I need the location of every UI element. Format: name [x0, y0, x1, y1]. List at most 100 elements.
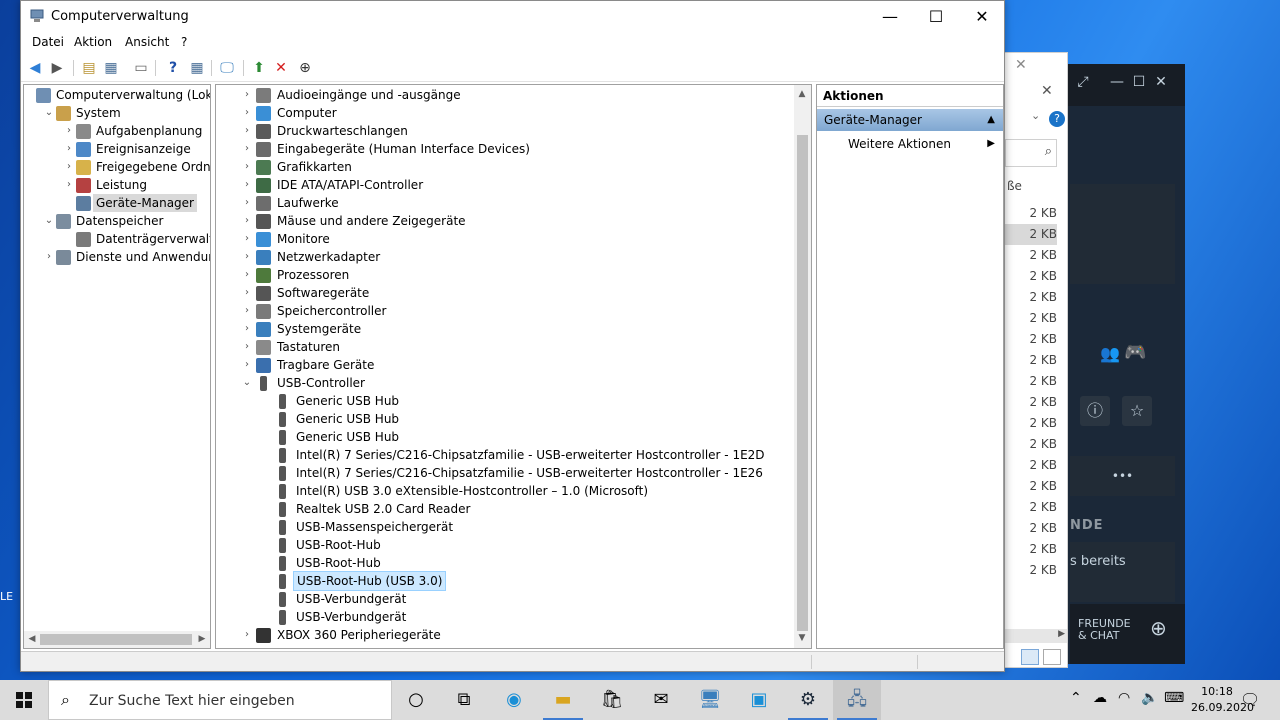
- device-category[interactable]: › Tastaturen: [216, 338, 792, 356]
- control-panel-icon[interactable]: ▣: [735, 680, 783, 720]
- help-book-icon[interactable]: ?: [163, 58, 183, 78]
- notification-center-icon[interactable]: 🗨: [1240, 690, 1260, 709]
- actions-section-device-manager[interactable]: Geräte-Manager ▲: [817, 109, 1003, 131]
- steam-maximize-button[interactable]: ☐: [1128, 74, 1150, 90]
- collapse-arrow-icon[interactable]: ▲: [987, 109, 995, 131]
- edge-browser-icon[interactable]: ◉: [490, 680, 538, 720]
- menu-help[interactable]: ?: [181, 35, 187, 49]
- scroll-left-icon[interactable]: ◀: [24, 634, 40, 644]
- device-category[interactable]: › XBOX 360 Peripheriegeräte: [216, 626, 792, 644]
- up-folder-icon[interactable]: ▤: [79, 58, 99, 78]
- update-driver-icon[interactable]: ⬆: [249, 58, 269, 78]
- chevron-down-icon[interactable]: ⌄: [44, 212, 54, 230]
- device-item[interactable]: USB-Massenspeichergerät: [216, 518, 792, 536]
- explorer-file-size[interactable]: 2 KB: [1005, 350, 1057, 371]
- more-actions-item[interactable]: Weitere Aktionen ▶: [817, 133, 1003, 155]
- explorer-size-header[interactable]: ße: [1007, 179, 1022, 193]
- properties-icon[interactable]: ▭: [131, 58, 151, 78]
- explorer-file-size[interactable]: 2 KB: [1005, 245, 1057, 266]
- wifi-icon[interactable]: ◠: [1118, 690, 1130, 706]
- tree-item[interactable]: Computerverwaltung (Lokal): [24, 86, 210, 104]
- chevron-right-icon[interactable]: ›: [44, 248, 54, 266]
- tree-item[interactable]: Datenträgerverwaltung: [24, 230, 210, 248]
- taskbar-clock[interactable]: 10:18 26.09.2020: [1191, 684, 1254, 716]
- explorer-file-size[interactable]: 2 KB: [1005, 266, 1057, 287]
- tree-item[interactable]: › Aufgabenplanung: [24, 122, 210, 140]
- chevron-right-icon[interactable]: ›: [64, 158, 74, 176]
- chevron-right-icon[interactable]: ›: [242, 248, 252, 266]
- keyboard-language-icon[interactable]: ⌨: [1164, 690, 1184, 706]
- steam-info-icon[interactable]: ⓘ: [1080, 396, 1110, 426]
- steam-add-friend-icon[interactable]: ⊕: [1150, 616, 1167, 640]
- steam-star-icon[interactable]: ☆: [1122, 396, 1152, 426]
- chevron-right-icon[interactable]: ›: [242, 212, 252, 230]
- tree-item[interactable]: ⌄ System: [24, 104, 210, 122]
- explorer-file-size[interactable]: 2 KB: [1005, 308, 1057, 329]
- chevron-right-icon[interactable]: ›: [242, 356, 252, 374]
- steam-more-icon[interactable]: •••: [1070, 456, 1175, 496]
- device-vscrollbar[interactable]: ▲ ▼: [794, 85, 811, 648]
- chevron-right-icon[interactable]: ›: [64, 176, 74, 194]
- device-item[interactable]: Intel(R) 7 Series/C216-Chipsatzfamilie -…: [216, 446, 792, 464]
- tree-item[interactable]: › Leistung: [24, 176, 210, 194]
- explorer-file-size[interactable]: 2 KB: [1005, 434, 1057, 455]
- tree-hscrollbar[interactable]: ◀ ▶: [24, 631, 210, 648]
- disable-device-icon[interactable]: ⊕: [295, 58, 315, 78]
- tree-item[interactable]: › Ereignisanzeige: [24, 140, 210, 158]
- onedrive-cloud-icon[interactable]: ☁: [1093, 690, 1107, 706]
- uninstall-device-icon[interactable]: ✕: [271, 58, 291, 78]
- tray-overflow-chevron-icon[interactable]: ⌃: [1070, 690, 1082, 706]
- chevron-right-icon[interactable]: ›: [242, 284, 252, 302]
- chevron-right-icon[interactable]: ›: [242, 140, 252, 158]
- chevron-right-icon[interactable]: ›: [242, 194, 252, 212]
- explorer-close-icon[interactable]: ✕: [1015, 57, 1027, 73]
- device-category[interactable]: › Eingabegeräte (Human Interface Devices): [216, 140, 792, 158]
- help-icon[interactable]: ?: [1049, 111, 1065, 127]
- device-category[interactable]: ⌄ USB-Controller: [216, 374, 792, 392]
- explorer-search-box[interactable]: ⌕: [1005, 139, 1057, 167]
- scroll-down-icon[interactable]: ▼: [794, 633, 810, 643]
- chevron-right-icon[interactable]: ›: [242, 158, 252, 176]
- explorer-file-size[interactable]: 2 KB: [1005, 413, 1057, 434]
- scroll-right-icon[interactable]: ▶: [1058, 629, 1065, 639]
- title-bar[interactable]: Computerverwaltung — ☐ ✕: [21, 1, 1004, 32]
- chevron-right-icon[interactable]: ›: [64, 140, 74, 158]
- scroll-up-icon[interactable]: ▲: [794, 89, 810, 99]
- show-hide-tree-icon[interactable]: ▦: [101, 58, 121, 78]
- store-icon[interactable]: 🛍: [588, 680, 636, 720]
- details-pane-icon[interactable]: ▦: [187, 58, 207, 78]
- details-view-icon[interactable]: [1021, 649, 1039, 665]
- explorer-file-size[interactable]: 2 KB: [1005, 392, 1057, 413]
- chevron-right-icon[interactable]: ›: [64, 122, 74, 140]
- explorer-file-size[interactable]: 2 KB: [1005, 224, 1057, 245]
- task-view-icon[interactable]: ⧉: [440, 680, 488, 720]
- mail-icon[interactable]: ✉: [637, 680, 685, 720]
- explorer-file-size[interactable]: 2 KB: [1005, 329, 1057, 350]
- device-category[interactable]: › Netzwerkadapter: [216, 248, 792, 266]
- tree-item[interactable]: Geräte-Manager: [24, 194, 210, 212]
- explorer-file-size[interactable]: 2 KB: [1005, 539, 1057, 560]
- explorer-window[interactable]: ✕ ✕ ⌄ ? ⌕ ße 2 KB 2 KB 2 KB 2 KB 2 KB 2 KB 2 K…: [1004, 52, 1068, 668]
- explorer-file-size[interactable]: 2 KB: [1005, 518, 1057, 539]
- chevron-down-icon[interactable]: ⌄: [242, 374, 252, 392]
- steam-resize-icon[interactable]: ⤢: [1072, 74, 1094, 90]
- chevron-right-icon[interactable]: ›: [242, 230, 252, 248]
- steam-icon[interactable]: ⚙: [784, 680, 832, 720]
- device-item[interactable]: USB-Root-Hub (USB 3.0): [216, 571, 792, 591]
- steam-controller-icon[interactable]: 🎮: [1124, 342, 1146, 363]
- tree-item[interactable]: › Freigegebene Ordner: [24, 158, 210, 176]
- device-category[interactable]: › Mäuse und andere Zeigegeräte: [216, 212, 792, 230]
- taskbar-search-box[interactable]: ⌕ Zur Suche Text hier eingeben: [48, 680, 392, 720]
- device-category[interactable]: › Druckwarteschlangen: [216, 122, 792, 140]
- device-item[interactable]: Generic USB Hub: [216, 428, 792, 446]
- steam-friends-chat-button[interactable]: FREUNDE & CHAT ⊕: [1070, 604, 1185, 664]
- explorer-file-size[interactable]: 2 KB: [1005, 476, 1057, 497]
- console-tree-pane[interactable]: Computerverwaltung (Lokal) ⌄ System › Aufgab…: [23, 84, 211, 649]
- device-item[interactable]: USB-Root-Hub: [216, 536, 792, 554]
- device-category[interactable]: › Computer: [216, 104, 792, 122]
- scroll-right-icon[interactable]: ▶: [194, 634, 210, 644]
- device-item[interactable]: USB-Root-Hub: [216, 554, 792, 572]
- tiles-view-icon[interactable]: [1043, 649, 1061, 665]
- chevron-right-icon[interactable]: ›: [242, 266, 252, 284]
- chevron-right-icon[interactable]: ›: [242, 626, 252, 644]
